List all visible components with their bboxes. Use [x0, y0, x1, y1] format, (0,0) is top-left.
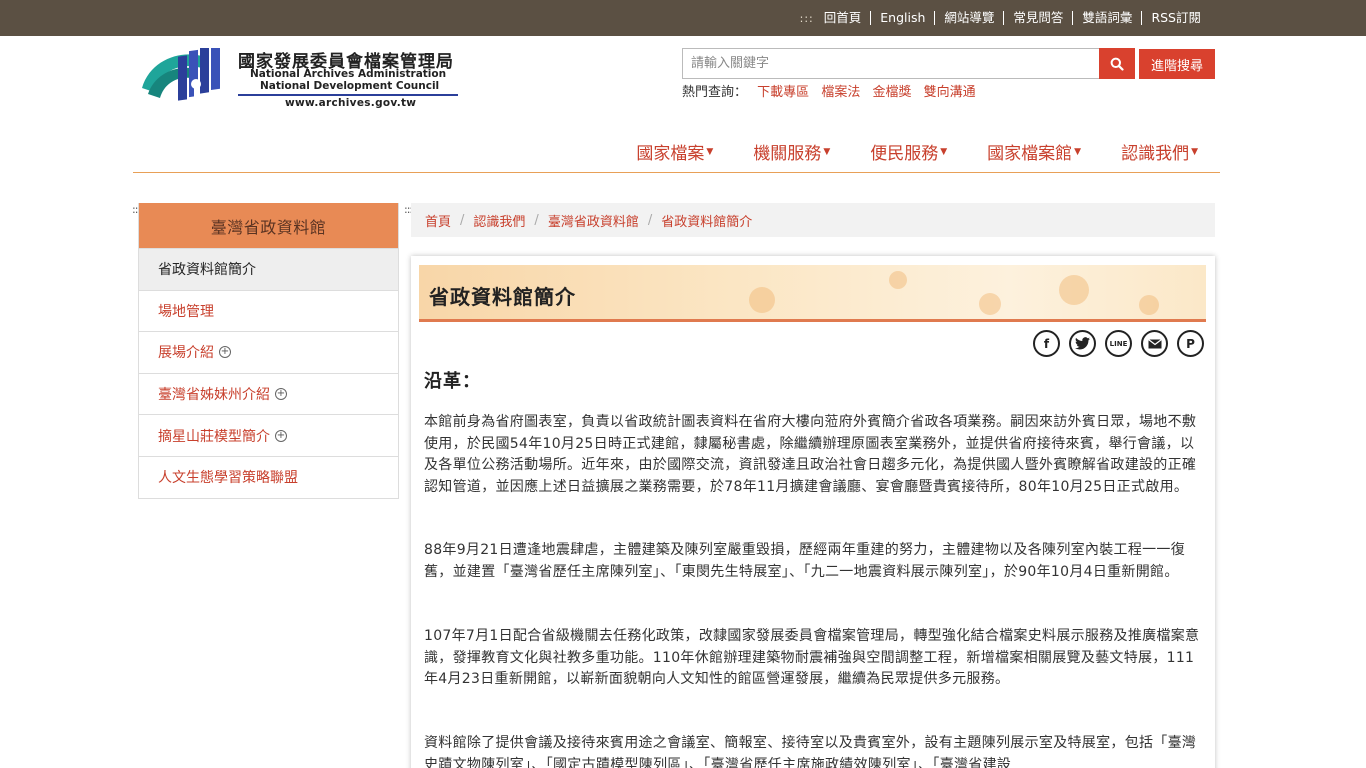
top-link-faq[interactable]: 常見問答: [1003, 11, 1072, 25]
banner-decoration: [1139, 295, 1159, 315]
breadcrumb-separator: /: [460, 212, 465, 228]
sidebar-item-label: 省政資料館簡介: [158, 262, 256, 279]
site-logo[interactable]: 國家發展委員會檔案管理局 National Archives Administr…: [140, 46, 460, 112]
logo-title-en-1: National Archives Administration: [250, 68, 447, 80]
sidebar: 臺灣省政資料館 省政資料館簡介 場地管理 展場介紹 + 臺灣省姊妹州介紹 + 摘星山…: [138, 203, 399, 499]
content-paragraph: 88年9月21日遭逢地震肆虐，主體建築及陳列室嚴重毀損，歷經兩年重建的努力，主體…: [424, 542, 1186, 580]
breadcrumb-separator: /: [534, 212, 539, 228]
sidebar-title: 臺灣省政資料館: [139, 203, 398, 248]
email-icon[interactable]: [1141, 330, 1168, 357]
top-link-english[interactable]: English: [870, 11, 934, 25]
section-title: 沿革：: [424, 371, 481, 392]
page-title-banner: 省政資料館簡介: [419, 265, 1206, 322]
nav-about-us[interactable]: 認識我們 ▼: [1121, 139, 1198, 164]
sidebar-item-label: 人文生態學習策略聯盟: [158, 470, 298, 487]
nav-divider: [133, 172, 1220, 173]
top-links: ::: 回首頁 English 網站導覽 常見問答 雙語詞彙 RSS訂閱: [800, 0, 1210, 36]
nav-label: 便民服務: [870, 144, 939, 164]
nav-national-archives[interactable]: 國家檔案 ▼: [636, 139, 713, 164]
search-input[interactable]: [683, 49, 1099, 78]
facebook-icon[interactable]: f: [1033, 330, 1060, 357]
main-navigation: 國家檔案 ▼ 機關服務 ▼ 便民服務 ▼ 國家檔案館 ▼ 認識我們 ▼: [596, 139, 1198, 164]
advanced-search-button[interactable]: 進階搜尋: [1139, 49, 1215, 79]
page-title: 省政資料館簡介: [429, 285, 576, 309]
breadcrumb-provincial-hall[interactable]: 臺灣省政資料館: [548, 211, 639, 230]
banner-decoration: [889, 271, 907, 289]
breadcrumb-home[interactable]: 首頁: [425, 211, 451, 230]
sidebar-item-label: 摘星山莊模型簡介: [158, 428, 270, 445]
banner-decoration: [979, 293, 1001, 315]
top-utility-bar: ::: 回首頁 English 網站導覽 常見問答 雙語詞彙 RSS訂閱: [0, 0, 1366, 36]
content-card: 省政資料館簡介 f LINE P 沿革： 本館前身為省府圖表室，負責以省政統計圖…: [411, 256, 1215, 768]
nav-archives-building[interactable]: 國家檔案館 ▼: [987, 139, 1081, 164]
nav-label: 機關服務: [753, 144, 822, 164]
breadcrumb-separator: /: [647, 212, 653, 228]
sidebar-item-label: 場地管理: [158, 303, 214, 320]
hot-queries: 熱門查詢： 下載專區 檔案法 金檔獎 雙向溝通: [682, 81, 984, 100]
sidebar-item-venue[interactable]: 場地管理: [139, 289, 398, 332]
plurk-icon[interactable]: P: [1177, 330, 1204, 357]
sidebar-item-model[interactable]: 摘星山莊模型簡介 +: [139, 414, 398, 456]
top-link-home[interactable]: 回首頁: [824, 11, 871, 25]
hot-query-communication[interactable]: 雙向溝通: [924, 85, 976, 100]
expand-plus-icon[interactable]: +: [275, 429, 287, 442]
top-link-glossary[interactable]: 雙語詞彙: [1072, 11, 1141, 25]
search-icon: [1110, 57, 1124, 71]
nav-agency-services[interactable]: 機關服務 ▼: [753, 139, 830, 164]
hot-query-downloads[interactable]: 下載專區: [757, 85, 809, 100]
caret-down-icon: ▼: [1074, 146, 1082, 157]
nav-public-services[interactable]: 便民服務 ▼: [870, 139, 947, 164]
top-link-sitemap[interactable]: 網站導覽: [934, 11, 1003, 25]
sidebar-item-alliance[interactable]: 人文生態學習策略聯盟: [139, 455, 398, 498]
nav-label: 國家檔案: [636, 144, 705, 164]
nav-label: 國家檔案館: [987, 144, 1073, 164]
logo-url: www.archives.gov.tw: [285, 97, 417, 109]
search-box: [682, 48, 1100, 79]
sidebar-item-label: 展場介紹: [158, 345, 214, 362]
hot-query-archives-act[interactable]: 檔案法: [821, 85, 860, 100]
expand-plus-icon[interactable]: +: [275, 388, 287, 401]
top-link-rss[interactable]: RSS訂閱: [1141, 11, 1210, 25]
caret-down-icon: ▼: [940, 146, 948, 157]
sidebar-item-exhibits[interactable]: 展場介紹 +: [139, 331, 398, 373]
breadcrumb-current[interactable]: 省政資料館簡介: [661, 211, 752, 230]
content-paragraph: 107年7月1日配合省級機關去任務化政策，改隸國家發展委員會檔案管理局，轉型強化…: [424, 628, 1200, 687]
sidebar-item-label: 臺灣省姊妹州介紹: [158, 387, 270, 404]
banner-decoration: [1059, 275, 1089, 305]
logo-divider: [238, 94, 458, 96]
banner-decoration: [749, 287, 775, 313]
nav-label: 認識我們: [1121, 144, 1190, 164]
search-button[interactable]: [1099, 48, 1135, 79]
content-paragraph: 本館前身為省府圖表室，負責以省政統計圖表資料在省府大樓向蒞府外賓簡介省政各項業務…: [424, 414, 1197, 495]
share-buttons: f LINE P: [1033, 330, 1204, 357]
archives-logo-icon: [142, 48, 220, 101]
accesskey-marker[interactable]: :::: [800, 12, 814, 25]
hot-query-golden-award[interactable]: 金檔獎: [872, 85, 911, 100]
caret-down-icon: ▼: [823, 146, 831, 157]
sidebar-item-sister-states[interactable]: 臺灣省姊妹州介紹 +: [139, 372, 398, 415]
hot-queries-label: 熱門查詢：: [682, 85, 748, 100]
caret-down-icon: ▼: [706, 146, 714, 157]
line-icon[interactable]: LINE: [1105, 330, 1132, 357]
caret-down-icon: ▼: [1191, 146, 1198, 157]
expand-plus-icon[interactable]: +: [219, 346, 231, 359]
content-paragraph: 資料館除了提供會議及接待來賓用途之會議室、簡報室、接待室以及貴賓室外，設有主題陳…: [424, 735, 1197, 768]
breadcrumb-about[interactable]: 認識我們: [473, 211, 525, 230]
sidebar-item-intro[interactable]: 省政資料館簡介: [139, 248, 398, 290]
twitter-icon[interactable]: [1069, 330, 1096, 357]
logo-title-en-2: National Development Council: [260, 80, 440, 92]
breadcrumb: 首頁 / 認識我們 / 臺灣省政資料館 / 省政資料館簡介: [411, 203, 1215, 237]
